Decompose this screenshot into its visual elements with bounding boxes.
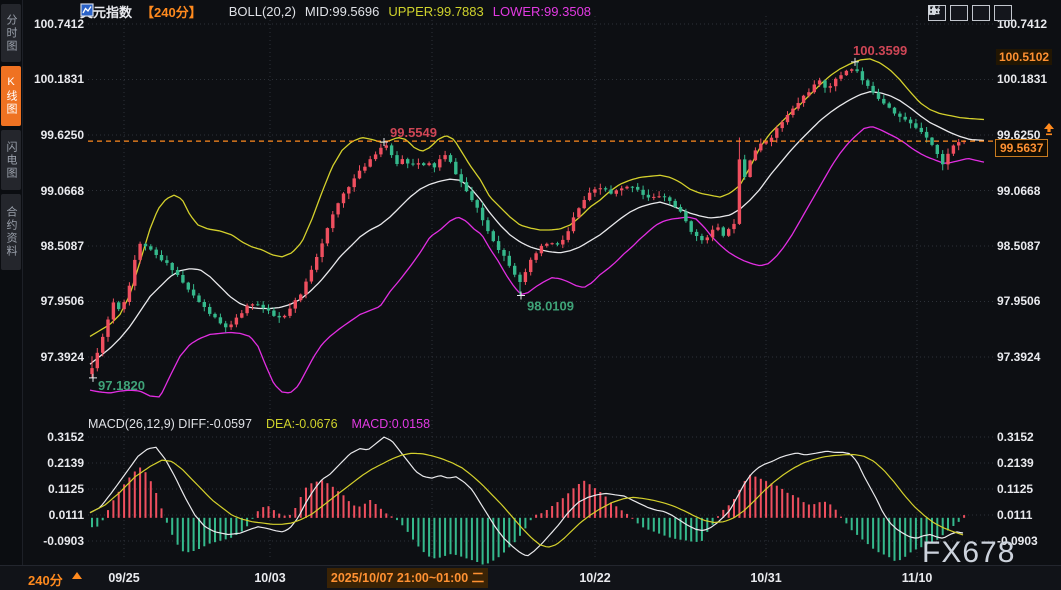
svg-text:100.3599: 100.3599 — [853, 43, 907, 58]
sidebar-tab-2[interactable]: K线图 — [1, 66, 21, 126]
price-tick-label: 98.5087 — [24, 239, 84, 253]
bollinger-layer — [90, 59, 984, 397]
boll-lower-line — [90, 127, 984, 397]
svg-text:97.1820: 97.1820 — [98, 378, 145, 393]
date-tick-label: 09/25 — [108, 571, 139, 585]
annotations-layer: 99.5549 100.3599 98.0109 97.1820 — [89, 43, 907, 393]
macd-tick-label: 0.2139 — [997, 456, 1034, 470]
exit-panel-icon[interactable] — [994, 5, 1012, 21]
svg-text:99.5549: 99.5549 — [390, 125, 437, 140]
macd-tick-label: 0.0111 — [24, 508, 84, 522]
boll-upper-value: UPPER:99.7883 — [388, 4, 483, 19]
chart-toolbar — [928, 5, 1012, 21]
macd-tick-label: 0.3152 — [997, 430, 1034, 444]
price-tick-label: 99.0668 — [997, 184, 1040, 198]
chart-canvas[interactable]: 99.5549 100.3599 98.0109 97.1820 — [0, 0, 1061, 590]
boll-lower-value: LOWER:99.3508 — [493, 4, 591, 19]
sidebar-tab-1[interactable]: 分时图 — [1, 4, 21, 62]
price-tick-label: 100.1831 — [997, 72, 1047, 86]
macd-tick-label: 0.1125 — [997, 482, 1033, 496]
date-tick-label: 10/03 — [254, 571, 285, 585]
grid-layer — [88, 16, 993, 560]
macd-tick-label: -0.0903 — [24, 534, 84, 548]
trading-chart-window: 99.5549 100.3599 98.0109 97.1820 分时图 K线图闪电图合… — [0, 0, 1061, 590]
axis-play-icon[interactable] — [972, 5, 990, 21]
last-price-box: 99.5637 — [995, 139, 1048, 157]
price-tick-label: 98.5087 — [997, 239, 1040, 253]
interval-label[interactable]: 【240分】 — [141, 2, 202, 21]
period-caret-icon[interactable] — [72, 572, 82, 579]
price-tick-label: 97.9506 — [997, 294, 1040, 308]
macd-hist-value: MACD:0.0158 — [352, 417, 431, 431]
price-tick-label: 100.1831 — [24, 72, 84, 86]
session-high-marker: 100.5102 — [996, 49, 1052, 65]
date-tick-label: 10/31 — [750, 571, 781, 585]
price-tick-label: 97.9506 — [24, 294, 84, 308]
macd-layer — [90, 437, 965, 564]
price-tick-label: 100.7412 — [24, 17, 84, 31]
price-tick-label: 99.6250 — [24, 128, 84, 142]
macd-dea-value: DEA:-0.0676 — [266, 417, 338, 431]
chart-titlebar: 美元指数 【240分】 BOLL(20,2) MID:99.5696 UPPER… — [80, 3, 591, 20]
period-selector[interactable]: 240分 — [28, 570, 63, 589]
axis-zoom-icon[interactable] — [950, 5, 968, 21]
macd-header: MACD(26,12,9) DIFF:-0.0597 DEA:-0.0676 M… — [88, 417, 430, 431]
boll-label: BOLL(20,2) — [229, 4, 296, 19]
macd-tick-label: 0.3152 — [24, 430, 84, 444]
date-tick-label: 11/10 — [902, 571, 933, 585]
macd-tick-label: 0.0111 — [997, 508, 1032, 522]
boll-mid-line — [90, 92, 984, 365]
boll-mid-value: MID:99.5696 — [305, 4, 379, 19]
time-axis-bar: 240分 2025/10/07 21:00~01:00 二 09/25 10/03… — [0, 565, 1061, 590]
macd-tick-label: 0.1125 — [24, 482, 84, 496]
macd-title: MACD(26,12,9) DIFF:-0.0597 — [88, 417, 252, 431]
date-tick-label: 10/22 — [579, 571, 610, 585]
selected-candle-range: 2025/10/07 21:00~01:00 二 — [327, 568, 488, 588]
macd-tick-label: 0.2139 — [24, 456, 84, 470]
svg-text:98.0109: 98.0109 — [527, 299, 574, 314]
sidebar-tab-4[interactable]: 合约资料 — [1, 194, 21, 270]
price-tick-label: 97.3924 — [997, 350, 1040, 364]
sidebar-tab-3[interactable]: 闪电图 — [1, 130, 21, 190]
price-tick-label: 97.3924 — [24, 350, 84, 364]
sidebar: 分时图 K线图闪电图合约资料 — [0, 0, 23, 565]
price-tick-label: 99.0668 — [24, 184, 84, 198]
